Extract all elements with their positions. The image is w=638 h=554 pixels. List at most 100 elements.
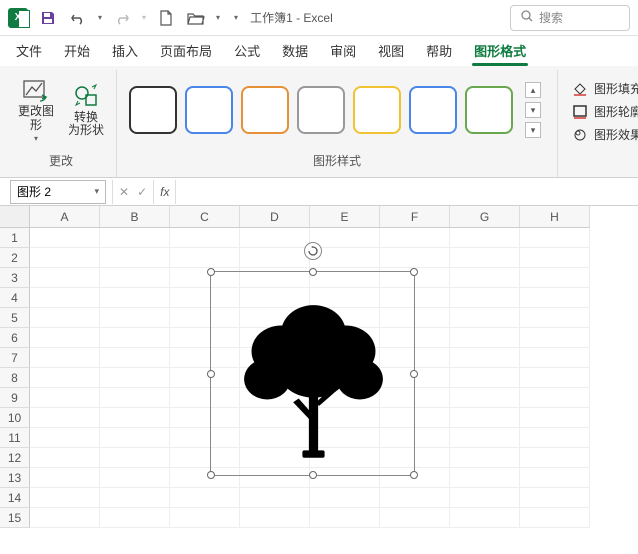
- cell-H2[interactable]: [520, 248, 590, 268]
- cell-A3[interactable]: [30, 268, 100, 288]
- cell-B7[interactable]: [100, 348, 170, 368]
- cell-F14[interactable]: [380, 488, 450, 508]
- cell-B10[interactable]: [100, 408, 170, 428]
- cell-C2[interactable]: [170, 248, 240, 268]
- cell-G11[interactable]: [450, 428, 520, 448]
- cancel-formula-button[interactable]: ✕: [119, 185, 129, 199]
- formula-input[interactable]: [175, 180, 638, 204]
- cell-G13[interactable]: [450, 468, 520, 488]
- undo-dropdown-icon[interactable]: ▾: [98, 13, 102, 22]
- row-header-12[interactable]: 12: [0, 448, 30, 468]
- cell-H1[interactable]: [520, 228, 590, 248]
- cell-B11[interactable]: [100, 428, 170, 448]
- cell-H9[interactable]: [520, 388, 590, 408]
- resize-handle-w[interactable]: [207, 370, 215, 378]
- cell-F1[interactable]: [380, 228, 450, 248]
- cell-B5[interactable]: [100, 308, 170, 328]
- cell-B8[interactable]: [100, 368, 170, 388]
- cell-C1[interactable]: [170, 228, 240, 248]
- cell-H6[interactable]: [520, 328, 590, 348]
- col-header-G[interactable]: G: [450, 206, 520, 228]
- cell-B2[interactable]: [100, 248, 170, 268]
- row-header-3[interactable]: 3: [0, 268, 30, 288]
- row-header-7[interactable]: 7: [0, 348, 30, 368]
- cell-A13[interactable]: [30, 468, 100, 488]
- row-header-4[interactable]: 4: [0, 288, 30, 308]
- cell-B15[interactable]: [100, 508, 170, 528]
- style-swatch-1[interactable]: [185, 86, 233, 134]
- cell-A12[interactable]: [30, 448, 100, 468]
- undo-button[interactable]: [68, 8, 88, 28]
- cell-H15[interactable]: [520, 508, 590, 528]
- tab-file[interactable]: 文件: [14, 37, 44, 66]
- cell-B13[interactable]: [100, 468, 170, 488]
- convert-to-shape-button[interactable]: 转换 为形状: [64, 79, 108, 141]
- row-header-8[interactable]: 8: [0, 368, 30, 388]
- cell-E14[interactable]: [310, 488, 380, 508]
- rotate-handle[interactable]: [304, 242, 322, 260]
- cell-G14[interactable]: [450, 488, 520, 508]
- cell-D15[interactable]: [240, 508, 310, 528]
- select-all-corner[interactable]: [0, 206, 30, 228]
- open-file-button[interactable]: [186, 8, 206, 28]
- row-header-10[interactable]: 10: [0, 408, 30, 428]
- cell-A7[interactable]: [30, 348, 100, 368]
- resize-handle-nw[interactable]: [207, 268, 215, 276]
- col-header-F[interactable]: F: [380, 206, 450, 228]
- row-header-13[interactable]: 13: [0, 468, 30, 488]
- cell-A4[interactable]: [30, 288, 100, 308]
- new-file-button[interactable]: [156, 8, 176, 28]
- cell-H8[interactable]: [520, 368, 590, 388]
- row-header-5[interactable]: 5: [0, 308, 30, 328]
- cell-G3[interactable]: [450, 268, 520, 288]
- cell-H7[interactable]: [520, 348, 590, 368]
- style-gallery-expand-button[interactable]: ▾: [525, 122, 541, 138]
- cell-D2[interactable]: [240, 248, 310, 268]
- save-button[interactable]: [38, 8, 58, 28]
- cell-G1[interactable]: [450, 228, 520, 248]
- cell-A5[interactable]: [30, 308, 100, 328]
- tab-view[interactable]: 视图: [376, 37, 406, 66]
- tab-help[interactable]: 帮助: [424, 37, 454, 66]
- cell-B1[interactable]: [100, 228, 170, 248]
- cell-A9[interactable]: [30, 388, 100, 408]
- accept-formula-button[interactable]: ✓: [137, 185, 147, 199]
- cell-G4[interactable]: [450, 288, 520, 308]
- cell-H13[interactable]: [520, 468, 590, 488]
- open-dropdown-icon[interactable]: ▾: [216, 13, 220, 22]
- name-box[interactable]: 图形 2 ▾: [10, 180, 106, 204]
- cell-A10[interactable]: [30, 408, 100, 428]
- cell-A14[interactable]: [30, 488, 100, 508]
- resize-handle-n[interactable]: [309, 268, 317, 276]
- shape-outline-button[interactable]: 图形轮廓▾: [572, 103, 638, 120]
- resize-handle-se[interactable]: [410, 471, 418, 479]
- style-swatch-2[interactable]: [241, 86, 289, 134]
- shape-fill-button[interactable]: 图形填充▾: [572, 80, 638, 97]
- col-header-C[interactable]: C: [170, 206, 240, 228]
- row-header-14[interactable]: 14: [0, 488, 30, 508]
- tab-review[interactable]: 审阅: [328, 37, 358, 66]
- cell-C15[interactable]: [170, 508, 240, 528]
- cell-E15[interactable]: [310, 508, 380, 528]
- cell-E1[interactable]: [310, 228, 380, 248]
- style-swatch-6[interactable]: [465, 86, 513, 134]
- col-header-E[interactable]: E: [310, 206, 380, 228]
- cell-A11[interactable]: [30, 428, 100, 448]
- tab-formulas[interactable]: 公式: [232, 37, 262, 66]
- cell-A6[interactable]: [30, 328, 100, 348]
- cell-D14[interactable]: [240, 488, 310, 508]
- resize-handle-ne[interactable]: [410, 268, 418, 276]
- tree-graphic[interactable]: [221, 282, 406, 470]
- fx-label[interactable]: fx: [154, 185, 175, 199]
- cell-B14[interactable]: [100, 488, 170, 508]
- cell-G12[interactable]: [450, 448, 520, 468]
- resize-handle-s[interactable]: [309, 471, 317, 479]
- resize-handle-sw[interactable]: [207, 471, 215, 479]
- row-header-1[interactable]: 1: [0, 228, 30, 248]
- row-header-15[interactable]: 15: [0, 508, 30, 528]
- style-scroll-up-button[interactable]: ▴: [525, 82, 541, 98]
- cell-B12[interactable]: [100, 448, 170, 468]
- cell-G6[interactable]: [450, 328, 520, 348]
- cell-G9[interactable]: [450, 388, 520, 408]
- cell-A1[interactable]: [30, 228, 100, 248]
